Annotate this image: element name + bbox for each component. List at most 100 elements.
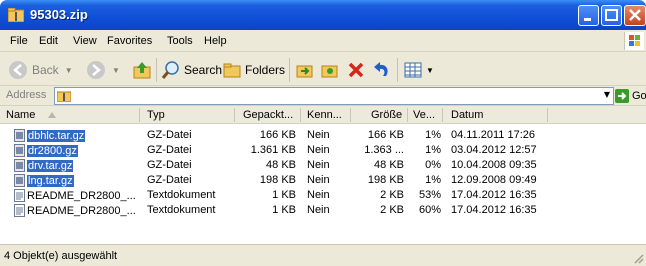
gz-archive-icon	[14, 159, 25, 172]
menu-favorites[interactable]: Favorites	[107, 35, 152, 47]
undo-button[interactable]	[372, 59, 392, 81]
column-divider[interactable]	[350, 108, 351, 122]
menu-view[interactable]: View	[73, 35, 97, 47]
folders-icon	[223, 63, 241, 78]
file-encrypted: Nein	[307, 204, 330, 216]
menu-tools[interactable]: Tools	[167, 35, 193, 47]
column-header-ratio[interactable]: Ve...	[413, 109, 435, 121]
file-name: dr2800.gz	[27, 144, 78, 157]
column-header-date[interactable]: Datum	[451, 109, 483, 121]
file-ratio: 1%	[425, 144, 441, 156]
file-ratio: 0%	[425, 159, 441, 171]
menu-edit[interactable]: Edit	[39, 35, 58, 47]
minimize-button[interactable]	[578, 5, 599, 26]
forward-dropdown-icon[interactable]: ▼	[112, 66, 120, 75]
column-header-size[interactable]: Größe	[371, 109, 402, 121]
file-encrypted: Nein	[307, 189, 330, 201]
gz-archive-icon	[14, 144, 25, 157]
column-header-type[interactable]: Typ	[147, 109, 165, 121]
file-encrypted: Nein	[307, 174, 330, 186]
file-size: 166 KB	[367, 129, 404, 141]
search-icon	[161, 61, 179, 79]
go-label: Go	[632, 90, 646, 102]
file-type: GZ-Datei	[147, 174, 192, 186]
file-name: lng.tar.gz	[27, 174, 74, 187]
file-size: 2 KB	[380, 204, 404, 216]
file-row[interactable]: lng.tar.gz GZ-Datei 198 KB Nein 198 KB 1% 12.0…	[0, 173, 646, 188]
file-row[interactable]: dbhlc.tar.gz GZ-Datei 166 KB Nein 166 KB 1% 04…	[0, 128, 646, 143]
resize-grip-icon[interactable]	[632, 252, 644, 264]
move-to-button[interactable]	[295, 59, 315, 81]
copy-to-folder-icon	[321, 65, 338, 78]
copy-to-button[interactable]	[320, 59, 340, 81]
file-name-cell[interactable]: dbhlc.tar.gz	[14, 128, 86, 143]
file-name-cell[interactable]: README_DR2800_...	[14, 188, 136, 203]
address-input[interactable]: ▼	[54, 87, 614, 105]
column-divider[interactable]	[547, 108, 548, 122]
up-folder-button[interactable]	[132, 59, 152, 81]
delete-button[interactable]	[346, 59, 366, 81]
views-dropdown-icon[interactable]: ▼	[426, 66, 434, 75]
file-name-cell[interactable]: lng.tar.gz	[14, 173, 74, 188]
address-dropdown-icon[interactable]: ▼	[604, 90, 610, 99]
views-grid-icon	[404, 62, 422, 78]
address-bar: Address ▼ Go	[0, 86, 646, 106]
file-ratio: 53%	[418, 189, 441, 201]
file-type: GZ-Datei	[147, 144, 192, 156]
menu-bar: File Edit View Favorites Tools Help	[0, 30, 646, 52]
toolbar-separator	[397, 58, 398, 82]
back-button[interactable]: Back ▼	[8, 59, 73, 81]
file-row[interactable]: README_DR2800_... Textdokument 1 KB Nein 2 K…	[0, 203, 646, 218]
file-row[interactable]: README_DR2800_... Textdokument 1 KB Nein 2 K…	[0, 188, 646, 203]
column-divider[interactable]	[442, 108, 443, 122]
file-date: 17.04.2012 16:35	[451, 204, 537, 216]
file-name-cell[interactable]: README_DR2800_...	[14, 203, 136, 218]
file-encrypted: Nein	[307, 129, 330, 141]
forward-button[interactable]: ▼	[86, 59, 120, 81]
file-date: 03.04.2012 12:57	[451, 144, 537, 156]
sort-ascending-icon	[48, 112, 56, 118]
file-name-cell[interactable]: drv.tar.gz	[14, 158, 74, 173]
column-header-packed[interactable]: Gepackt...	[243, 109, 293, 121]
column-divider[interactable]	[234, 108, 235, 122]
file-row[interactable]: drv.tar.gz GZ-Datei 48 KB Nein 48 KB 0% 10.04.…	[0, 158, 646, 173]
up-folder-icon	[133, 62, 151, 79]
file-packed-size: 48 KB	[266, 159, 296, 171]
undo-icon	[374, 62, 388, 76]
file-packed-size: 1 KB	[272, 189, 296, 201]
column-divider[interactable]	[139, 108, 140, 122]
file-size: 48 KB	[374, 159, 404, 171]
file-size: 198 KB	[367, 174, 404, 186]
file-encrypted: Nein	[307, 144, 330, 156]
zip-folder-icon	[57, 91, 71, 102]
status-bar: 4 Objekt(e) ausgewählt	[0, 244, 646, 266]
file-type: Textdokument	[147, 189, 216, 201]
file-packed-size: 198 KB	[259, 174, 296, 186]
back-arrow-icon	[9, 61, 27, 79]
column-header-name[interactable]: Name	[6, 109, 35, 121]
maximize-button[interactable]	[601, 5, 622, 26]
menu-file[interactable]: File	[10, 35, 28, 47]
status-text: 4 Objekt(e) ausgewählt	[4, 250, 118, 262]
close-button[interactable]	[624, 5, 646, 26]
search-button[interactable]: Search	[161, 59, 222, 81]
views-button[interactable]: ▼	[403, 59, 434, 81]
toolbar-separator	[289, 58, 290, 82]
column-header-encrypted[interactable]: Kenn...	[307, 109, 342, 121]
go-button[interactable]: Go	[615, 89, 646, 103]
file-name-cell[interactable]: dr2800.gz	[14, 143, 78, 158]
menu-help[interactable]: Help	[204, 35, 227, 47]
file-type: GZ-Datei	[147, 159, 192, 171]
title-bar[interactable]: 95303.zip	[0, 0, 646, 30]
column-divider[interactable]	[407, 108, 408, 122]
file-name: README_DR2800_...	[27, 189, 136, 202]
file-packed-size: 166 KB	[259, 129, 296, 141]
folders-button[interactable]: Folders	[222, 59, 285, 81]
column-divider[interactable]	[300, 108, 301, 122]
file-ratio: 1%	[425, 174, 441, 186]
file-packed-size: 1 KB	[272, 204, 296, 216]
text-document-icon	[14, 189, 25, 202]
back-dropdown-icon[interactable]: ▼	[65, 66, 73, 75]
file-row[interactable]: dr2800.gz GZ-Datei 1.361 KB Nein 1.363 ... 1%…	[0, 143, 646, 158]
file-date: 10.04.2008 09:35	[451, 159, 537, 171]
